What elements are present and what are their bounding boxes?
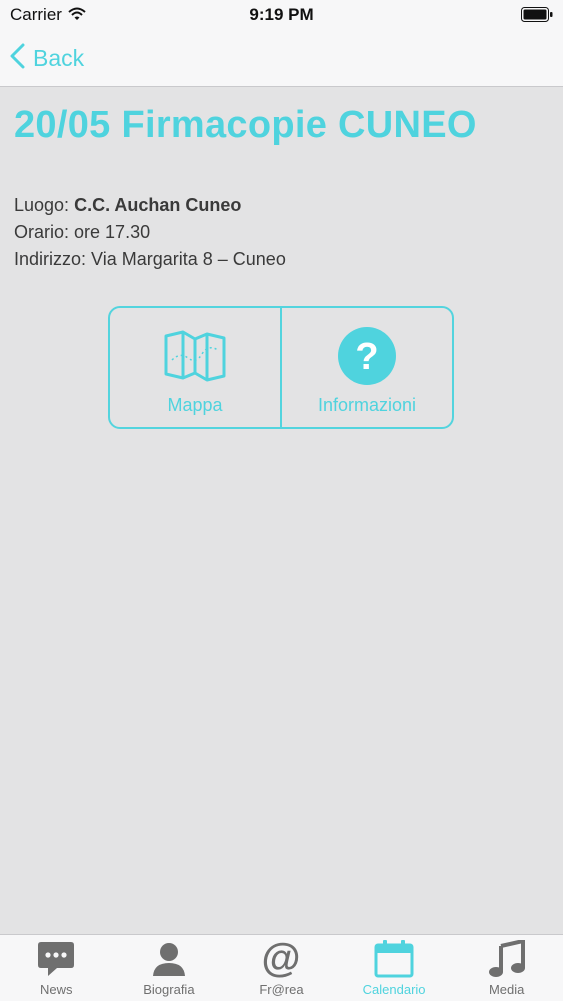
info-button[interactable]: ? Informazioni (280, 308, 452, 427)
navigation-bar: Back (0, 30, 563, 87)
tab-media[interactable]: Media (450, 935, 563, 1001)
tab-biografia-label: Biografia (143, 982, 195, 997)
chat-bubble-icon (37, 940, 75, 978)
question-icon: ? (337, 327, 397, 385)
calendar-icon (374, 940, 414, 978)
tab-calendario[interactable]: Calendario (338, 935, 451, 1001)
chevron-left-icon (10, 43, 25, 74)
svg-text:?: ? (355, 336, 378, 378)
tab-news-label: News (40, 982, 73, 997)
at-sign-icon: @ (261, 939, 301, 979)
time-row: Orario: ore 17.30 (14, 219, 286, 246)
place-label: Luogo: (14, 195, 70, 215)
svg-text:@: @ (262, 939, 301, 979)
tab-frarea-label: Fr@rea (259, 982, 304, 997)
map-icon (164, 328, 226, 384)
time-label: Orario: (14, 222, 70, 242)
info-label: Informazioni (317, 395, 417, 415)
tab-news[interactable]: News (0, 935, 113, 1001)
map-button[interactable]: Mappa (110, 308, 280, 427)
status-bar: Carrier 9:19 PM (0, 0, 563, 30)
tab-biografia[interactable]: Biografia (113, 935, 226, 1001)
tab-frarea[interactable]: @ Fr@rea (225, 935, 338, 1001)
battery-icon (521, 7, 553, 27)
address-row: Indirizzo: Via Margarita 8 – Cuneo (14, 246, 286, 273)
place-value: C.C. Auchan Cuneo (74, 195, 242, 215)
time-value: ore 17.30 (74, 222, 151, 242)
place-row: Luogo: C.C. Auchan Cuneo (14, 192, 286, 219)
tab-bar: News Biografia @ Fr@rea Calendario Media (0, 934, 563, 1001)
back-button[interactable]: Back (10, 40, 84, 76)
event-info: Luogo: C.C. Auchan Cuneo Orario: ore 17.… (14, 192, 286, 273)
map-label: Mappa (167, 395, 223, 415)
music-note-icon (488, 940, 525, 978)
address-value: Via Margarita 8 – Cuneo (91, 249, 286, 269)
action-buttons: Mappa ? Informazioni (108, 306, 454, 429)
tab-calendario-label: Calendario (362, 982, 426, 997)
tab-media-label: Media (488, 982, 525, 997)
person-icon (151, 940, 187, 978)
address-label: Indirizzo: (14, 249, 87, 269)
event-title: 20/05 Firmacopie CUNEO (14, 104, 477, 146)
status-time: 9:19 PM (249, 5, 314, 24)
back-label: Back (33, 44, 85, 71)
